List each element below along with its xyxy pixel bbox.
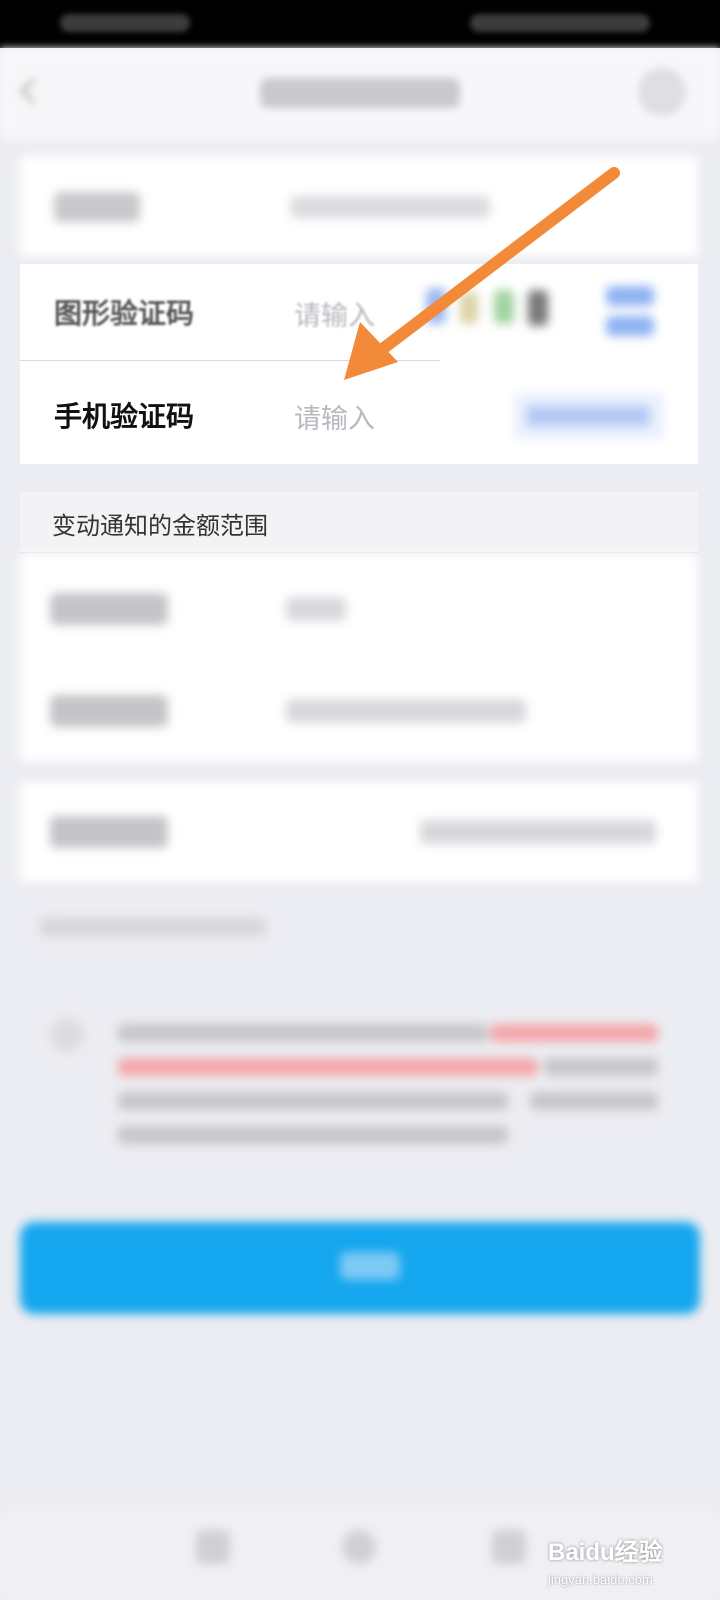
watermark-brand: Baidu经验: [548, 1539, 663, 1566]
watermark-url: jingyan.baidu.com: [548, 1572, 653, 1587]
annotation-arrow-icon: [344, 167, 620, 380]
baidu-watermark: Baidu经验 jingyan.baidu.com: [548, 1532, 708, 1594]
